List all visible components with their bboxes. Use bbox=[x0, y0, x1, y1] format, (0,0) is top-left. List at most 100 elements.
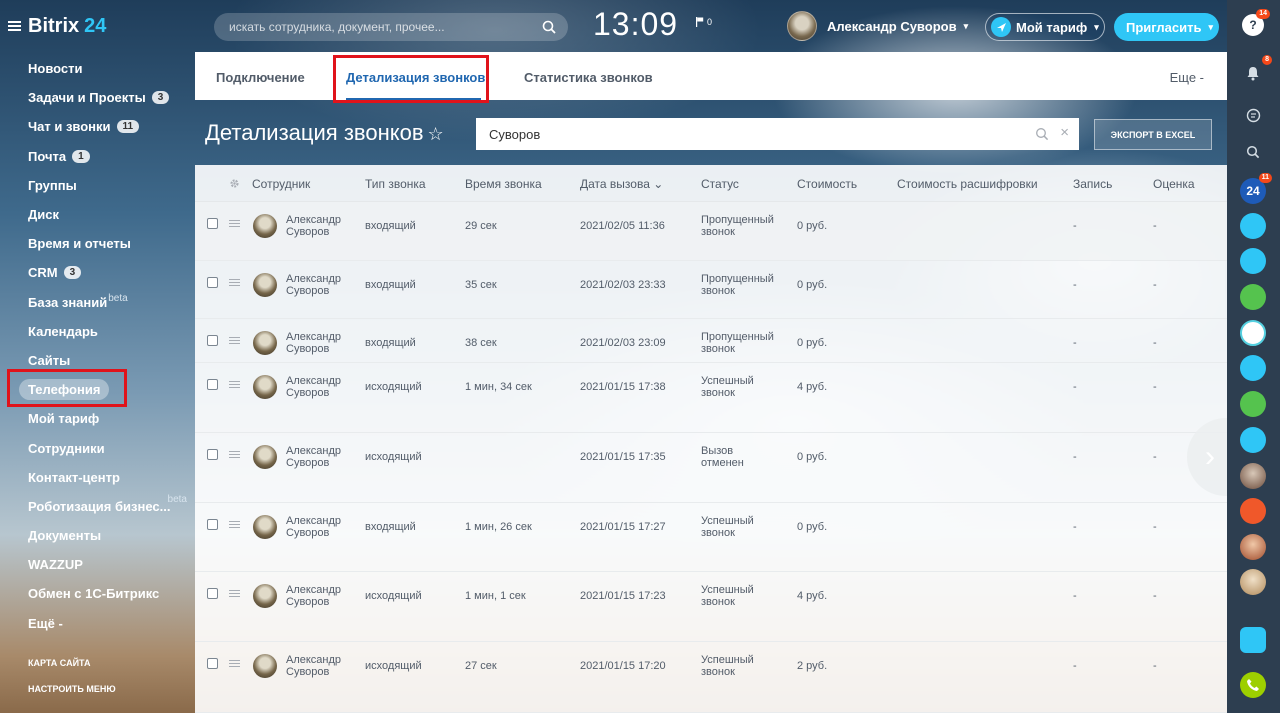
search-icon[interactable] bbox=[1240, 139, 1266, 165]
gear-icon[interactable] bbox=[229, 178, 240, 189]
user-avatar-icon[interactable] bbox=[1240, 391, 1266, 417]
call-record[interactable]: - bbox=[1073, 279, 1077, 291]
col-status[interactable]: Статус bbox=[701, 177, 739, 191]
user-photo-icon[interactable] bbox=[1240, 569, 1266, 595]
bot-avatar-icon[interactable] bbox=[1240, 320, 1266, 346]
user-avatar-icon[interactable] bbox=[1240, 284, 1266, 310]
table-row[interactable]: Александр Суворов исходящий 1 мин, 1 сек 202… bbox=[195, 572, 1227, 642]
user-avatar-icon[interactable] bbox=[1240, 213, 1266, 239]
col-call-type[interactable]: Тип звонка bbox=[365, 177, 426, 191]
col-cost[interactable]: Стоимость bbox=[797, 177, 857, 191]
drag-handle-icon[interactable] bbox=[229, 590, 240, 599]
col-rating[interactable]: Оценка bbox=[1153, 177, 1195, 191]
clock[interactable]: 13:09 bbox=[593, 6, 678, 43]
sidebar-link-1[interactable]: Настроить меню bbox=[28, 684, 116, 710]
sidebar-item-16[interactable]: Документы bbox=[0, 521, 195, 550]
table-row[interactable]: Александр Суворов входящий 38 сек 2021/02/03… bbox=[195, 319, 1227, 363]
col-record[interactable]: Запись bbox=[1073, 177, 1112, 191]
sidebar-item-14[interactable]: Контакт-центр bbox=[0, 463, 195, 492]
row-checkbox[interactable] bbox=[207, 519, 218, 530]
col-call-duration[interactable]: Время звонка bbox=[465, 177, 542, 191]
drag-handle-icon[interactable] bbox=[229, 660, 240, 669]
close-icon[interactable]: × bbox=[1060, 124, 1069, 141]
logo[interactable]: Bitrix 24 bbox=[8, 14, 106, 38]
drag-handle-icon[interactable] bbox=[229, 521, 240, 530]
row-checkbox[interactable] bbox=[207, 379, 218, 390]
sidebar-item-6[interactable]: Время и отчеты bbox=[0, 229, 195, 258]
bitrix24-chat-icon[interactable]: 24 11 bbox=[1240, 173, 1272, 204]
invite-button[interactable]: Пригласить ▾ bbox=[1114, 13, 1219, 41]
row-checkbox[interactable] bbox=[207, 449, 218, 460]
search-icon[interactable] bbox=[1035, 127, 1049, 141]
col-call-date[interactable]: Дата вызова ⌄ bbox=[580, 177, 663, 191]
table-row[interactable]: Александр Суворов исходящий 2021/01/15 17:3… bbox=[195, 433, 1227, 503]
sidebar-item-4[interactable]: Группы bbox=[0, 171, 195, 200]
sidebar-item-9[interactable]: Календарь bbox=[0, 317, 195, 346]
row-checkbox[interactable] bbox=[207, 658, 218, 669]
phone-book-icon[interactable] bbox=[1240, 627, 1266, 653]
sidebar-item-15[interactable]: Роботизация бизнес... beta bbox=[0, 492, 195, 521]
tab-call-stats[interactable]: Статистика звонков bbox=[524, 70, 653, 85]
sidebar-item-8[interactable]: База знаний beta bbox=[0, 288, 195, 317]
call-record[interactable]: - bbox=[1073, 521, 1077, 533]
user-photo-icon[interactable] bbox=[1240, 463, 1266, 489]
b24-label: 24 bbox=[1246, 184, 1260, 198]
drag-handle-icon[interactable] bbox=[229, 279, 240, 288]
table-row[interactable]: Александр Суворов исходящий 1 мин, 34 сек 20… bbox=[195, 363, 1227, 433]
sidebar-item-0[interactable]: Новости bbox=[0, 54, 195, 83]
sidebar-item-17[interactable]: WAZZUP bbox=[0, 550, 195, 579]
sidebar-item-12[interactable]: Мой тариф bbox=[0, 404, 195, 433]
user-photo-icon[interactable] bbox=[1240, 534, 1266, 560]
col-transcription-cost[interactable]: Стоимость расшифровки bbox=[897, 177, 1038, 191]
sidebar-item-1[interactable]: Задачи и Проекты 3 bbox=[0, 83, 195, 112]
filter-input[interactable] bbox=[489, 126, 1029, 142]
sidebar-item-5[interactable]: Диск bbox=[0, 200, 195, 229]
search-icon[interactable] bbox=[542, 20, 556, 34]
drag-handle-icon[interactable] bbox=[229, 337, 240, 346]
user-avatar-icon[interactable] bbox=[1240, 355, 1266, 381]
call-record[interactable]: - bbox=[1073, 337, 1077, 349]
row-checkbox[interactable] bbox=[207, 335, 218, 346]
sidebar-item-18[interactable]: Обмен с 1С-Битрикс bbox=[0, 579, 195, 608]
bell-icon[interactable]: 8 bbox=[1240, 55, 1272, 86]
user-avatar-icon[interactable] bbox=[1240, 498, 1266, 524]
col-employee[interactable]: Сотрудник bbox=[252, 177, 310, 191]
user-menu[interactable]: Александр Суворов ▾ bbox=[787, 11, 968, 41]
sidebar-item-7[interactable]: CRM 3 bbox=[0, 258, 195, 287]
help-icon[interactable]: ? 14 bbox=[1242, 9, 1270, 36]
table-row[interactable]: Александр Суворов исходящий 27 сек 2021/01/1… bbox=[195, 642, 1227, 713]
call-record[interactable]: - bbox=[1073, 590, 1077, 602]
export-excel-button[interactable]: Экспорт в Excel bbox=[1094, 119, 1212, 150]
row-checkbox[interactable] bbox=[207, 588, 218, 599]
call-icon[interactable] bbox=[1240, 672, 1266, 698]
star-icon[interactable]: ☆ bbox=[428, 124, 444, 144]
table-row[interactable]: Александр Суворов входящий 1 мин, 26 сек 202… bbox=[195, 503, 1227, 572]
sidebar-item-2[interactable]: Чат и звонки 11 bbox=[0, 112, 195, 141]
global-search[interactable] bbox=[214, 13, 568, 41]
search-input[interactable] bbox=[229, 20, 529, 34]
sidebar-item-19[interactable]: Ещё - bbox=[0, 609, 195, 638]
sidebar-link-0[interactable]: Карта сайта bbox=[28, 658, 116, 684]
call-record[interactable]: - bbox=[1073, 660, 1077, 672]
menu-burger-icon[interactable] bbox=[8, 21, 21, 31]
call-record[interactable]: - bbox=[1073, 220, 1077, 232]
sidebar-item-3[interactable]: Почта 1 bbox=[0, 142, 195, 171]
chat-icon[interactable] bbox=[1240, 102, 1266, 128]
call-record[interactable]: - bbox=[1073, 451, 1077, 463]
drag-handle-icon[interactable] bbox=[229, 220, 240, 229]
table-row[interactable]: Александр Суворов входящий 29 сек 2021/02/05… bbox=[195, 202, 1227, 261]
user-avatar-icon[interactable] bbox=[1240, 248, 1266, 274]
drag-handle-icon[interactable] bbox=[229, 451, 240, 460]
user-avatar-icon[interactable] bbox=[1240, 427, 1266, 453]
tariff-button[interactable]: Мой тариф ▾ bbox=[985, 13, 1105, 41]
tab-connection[interactable]: Подключение bbox=[216, 70, 305, 85]
row-checkbox[interactable] bbox=[207, 218, 218, 229]
row-checkbox[interactable] bbox=[207, 277, 218, 288]
more-menu[interactable]: Еще - bbox=[1170, 70, 1204, 85]
flag-counter[interactable]: 0 bbox=[696, 17, 712, 27]
table-row[interactable]: Александр Суворов входящий 35 сек 2021/02/03… bbox=[195, 261, 1227, 319]
filter-bar[interactable]: × bbox=[476, 118, 1079, 150]
drag-handle-icon[interactable] bbox=[229, 381, 240, 390]
sidebar-item-13[interactable]: Сотрудники bbox=[0, 433, 195, 462]
call-record[interactable]: - bbox=[1073, 381, 1077, 393]
